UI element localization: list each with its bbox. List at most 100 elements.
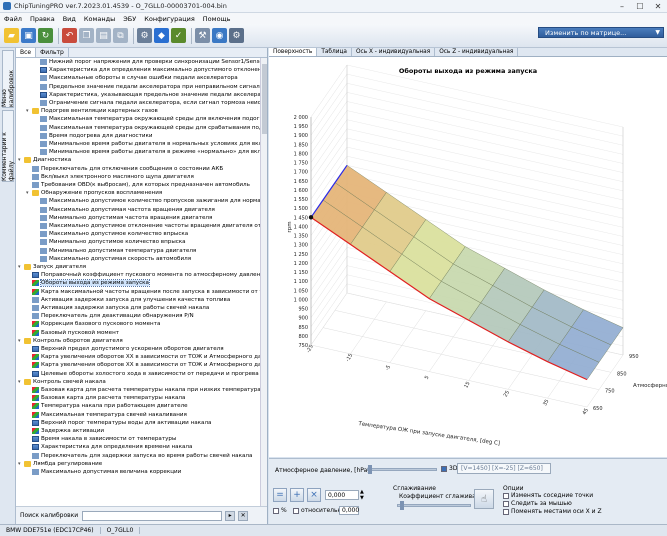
tab-axis-z[interactable]: Ось Z - индивидуальная xyxy=(435,48,519,56)
expand-arrow-icon[interactable]: ▾ xyxy=(26,108,31,114)
tab-table[interactable]: Таблица xyxy=(317,48,352,56)
tree-item[interactable]: Поправочный коэффициент пускового момент… xyxy=(16,271,260,279)
close-icon[interactable]: ✕ xyxy=(649,0,667,12)
undo-icon[interactable]: ↶ xyxy=(62,28,77,43)
tree-folder[interactable]: ▾ Контроль оборотов двигателя xyxy=(16,337,123,345)
tree-item[interactable]: Время подогрева для диагностики xyxy=(16,132,153,140)
tree-item[interactable]: Максимально допустимая скорость автомоби… xyxy=(16,255,191,263)
multiply-button[interactable]: × xyxy=(307,488,321,502)
equal-button[interactable]: = xyxy=(273,488,287,502)
tree-item[interactable]: Температура накала при работающем двигат… xyxy=(16,402,188,410)
expand-arrow-icon[interactable]: ▾ xyxy=(18,157,23,163)
tree-item[interactable]: Максимальные обороты в случае ошибки пед… xyxy=(16,74,238,82)
surface-chart-area[interactable]: Обороты выхода из режима запуска 750 800 8… xyxy=(269,57,667,457)
tree-item[interactable]: Максимальная температура окружающей сред… xyxy=(16,124,260,132)
scrollbar-thumb[interactable] xyxy=(262,64,267,134)
tree-item[interactable]: Время накала в зависимости от температур… xyxy=(16,435,176,443)
tree-folder[interactable]: ▾ Обнаружение пропусков воспламенения xyxy=(16,189,162,197)
tree-item[interactable]: Активация задержки запуска для улучшения… xyxy=(16,296,230,304)
relative-value-input[interactable]: 0,000 xyxy=(339,506,359,515)
tools-icon[interactable]: ⚒ xyxy=(195,28,210,43)
tree-item[interactable]: Вкл/выкл электронного масляного щупа дви… xyxy=(16,173,194,181)
atm-pressure-slider[interactable] xyxy=(367,465,437,474)
option-adjacent-points[interactable]: Изменять соседние точки xyxy=(503,492,593,499)
search-clear-button[interactable]: ✕ xyxy=(238,510,249,521)
tree-item[interactable]: Базовая карта для расчета температуры на… xyxy=(16,386,260,394)
maximize-icon[interactable]: ☐ xyxy=(631,0,649,12)
slider-thumb[interactable] xyxy=(400,501,404,510)
minimize-icon[interactable]: – xyxy=(613,0,631,12)
paste-icon[interactable]: ▤ xyxy=(96,28,111,43)
add-button[interactable]: + xyxy=(290,488,304,502)
menu-view[interactable]: Вид xyxy=(59,15,80,23)
tree-item[interactable]: Базовый пусковой момент xyxy=(16,329,119,337)
tree-folder[interactable]: ▾ Лямбда регулирование xyxy=(16,460,102,468)
tree-item[interactable]: Верхний предел допустимого ускорения обо… xyxy=(16,345,224,353)
menu-file[interactable]: Файл xyxy=(0,15,26,23)
tree-item[interactable]: Переключатель для задержки запуска во вр… xyxy=(16,452,252,460)
option-swap-axes[interactable]: Поменять местами оси X и Z xyxy=(503,508,602,515)
compare-icon[interactable]: ⧉ xyxy=(113,28,128,43)
value-spinner[interactable]: ▲ ▼ xyxy=(360,489,364,501)
tree-folder[interactable]: ▾ Подогрев вентиляции картерных газов xyxy=(16,107,158,115)
tree-item[interactable]: Верхний порог температуры воды для актив… xyxy=(16,419,211,427)
tree-item[interactable]: Переключатель для деактивации обнаружени… xyxy=(16,312,194,320)
expand-arrow-icon[interactable]: ▾ xyxy=(26,190,31,196)
tree-item[interactable]: Максимально допустимое отклонение частот… xyxy=(16,222,260,230)
tree-item[interactable]: Минимально допустимая частота вращения д… xyxy=(16,214,212,222)
tree-item[interactable]: Активация задержки запуска для работы св… xyxy=(16,304,209,312)
tree-item[interactable]: Переключатель для отключения сообщения о… xyxy=(16,165,223,173)
tree-item[interactable]: Минимальное время работы двигателя в реж… xyxy=(16,148,260,156)
tree-folder[interactable]: ▾ Запуск двигателя xyxy=(16,263,86,271)
slider-thumb[interactable] xyxy=(368,465,372,474)
tree-item[interactable]: Характеристика для определения времени н… xyxy=(16,443,192,451)
tree-folder[interactable]: ▾ Диагностика xyxy=(16,156,71,164)
refresh-icon[interactable]: ↻ xyxy=(38,28,53,43)
open-folder-icon[interactable]: ▰ xyxy=(4,28,19,43)
save-icon[interactable]: ▣ xyxy=(21,28,36,43)
tab-surface[interactable]: Поверхность xyxy=(269,48,318,56)
tree-item[interactable]: Коррекция базового пускового момента xyxy=(16,320,160,328)
expand-arrow-icon[interactable]: ▾ xyxy=(18,461,23,467)
tree-item[interactable]: Базовая карта для расчета температуры на… xyxy=(16,394,185,402)
tree-item[interactable]: Минимально допустимая температура двигат… xyxy=(16,247,196,255)
tree-folder[interactable]: ▾ Контроль свечей накала xyxy=(16,378,106,386)
tree-item[interactable]: Максимально допустимое количество пропус… xyxy=(16,197,260,205)
globe-icon[interactable]: ◉ xyxy=(212,28,227,43)
tab-all[interactable]: Все xyxy=(16,48,37,57)
option-follow-mouse[interactable]: Следить за мышью xyxy=(503,500,572,507)
tree-item[interactable]: Задержка активации xyxy=(16,427,104,435)
settings-icon[interactable]: ⚙ xyxy=(229,28,244,43)
tree-item[interactable]: Требования OBD(к выбросам), для которых … xyxy=(16,181,250,189)
tab-axis-x[interactable]: Ось X - индивидуальная xyxy=(352,48,436,56)
tree-item[interactable]: Максимальная температура свечей накалива… xyxy=(16,411,187,419)
matrix-selector[interactable]: Изменить по матрице... ▼ xyxy=(538,27,664,38)
expand-arrow-icon[interactable]: ▾ xyxy=(18,338,23,344)
diamond-icon[interactable]: ◆ xyxy=(154,28,169,43)
tree-item[interactable]: Целевые обороты холостого хода в зависим… xyxy=(16,370,260,378)
copy-icon[interactable]: ❐ xyxy=(79,28,94,43)
tree-scrollbar[interactable] xyxy=(260,58,267,506)
tree-item[interactable]: Карта увеличения оборотов XX в зависимос… xyxy=(16,353,260,361)
tree-item[interactable]: Ограничение сигнала педали акселератора,… xyxy=(16,99,260,107)
tree-item[interactable]: Минимально допустимое количество впрыска xyxy=(16,238,186,246)
checksum-icon[interactable]: ✓ xyxy=(171,28,186,43)
3d-checkbox[interactable]: 3D xyxy=(441,465,457,472)
tree-item[interactable]: Карта увеличения оборотов XX в зависимос… xyxy=(16,361,260,369)
tree-item[interactable]: Минимальное время работы двигателя в нор… xyxy=(16,140,260,148)
percent-checkbox[interactable]: % xyxy=(273,507,287,514)
menu-config[interactable]: Конфигурация xyxy=(140,15,199,23)
tree-item[interactable]: Нижний порог напряжения для проверки син… xyxy=(16,58,260,66)
tree-item[interactable]: Предельное значение педали акселератора … xyxy=(16,83,260,91)
expand-arrow-icon[interactable]: ▾ xyxy=(18,379,23,385)
tree-item[interactable]: Характеристика, указывающая предельное з… xyxy=(16,91,260,99)
tree-item[interactable]: Обороты выхода из режима запуска xyxy=(16,279,150,288)
tree-item[interactable]: Максимально допустимая величина коррекци… xyxy=(16,468,181,476)
surface-plot[interactable]: 750 800 850 900 950 1 000 1 050 1 100 1 150 1 200… xyxy=(269,57,667,457)
tree-item[interactable]: Максимально допустимая частота вращения … xyxy=(16,206,215,214)
smoothing-slider[interactable] xyxy=(397,501,471,510)
search-next-button[interactable]: ▸ xyxy=(225,510,236,521)
ecu-icon[interactable]: ⚙ xyxy=(137,28,152,43)
tab-filter[interactable]: Фильтр xyxy=(36,48,69,57)
tab-file-comments[interactable]: Комментарии к файлу xyxy=(1,110,15,182)
